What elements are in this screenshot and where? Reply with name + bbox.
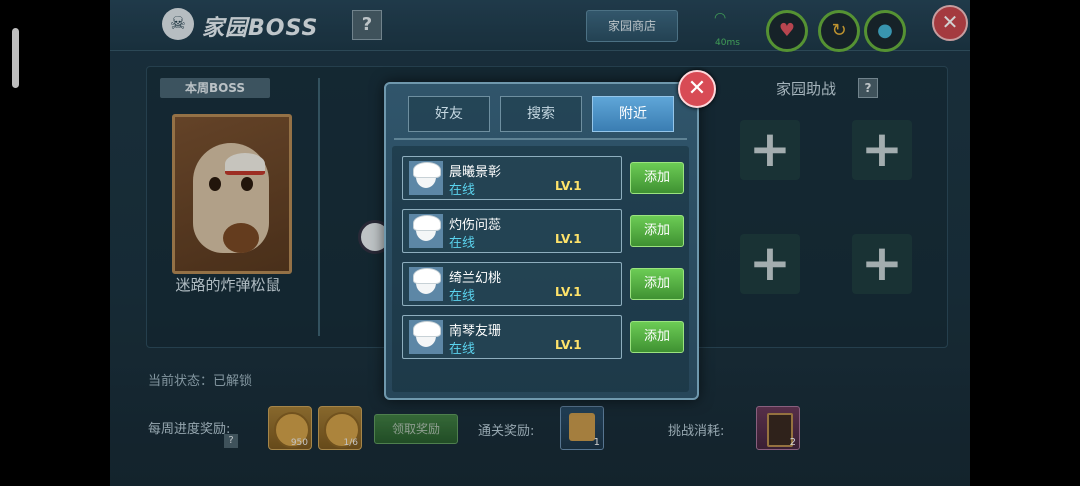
list-item: 南琴友珊 在线 LV.1 bbox=[402, 315, 622, 359]
divider bbox=[394, 138, 687, 140]
avatar bbox=[409, 214, 443, 248]
list-item: 晨曦景彰 在线 LV.1 bbox=[402, 156, 622, 200]
add-friend-button[interactable]: 添加 bbox=[630, 268, 684, 300]
player-name: 晨曦景彰 bbox=[449, 165, 502, 180]
tab-search[interactable]: 搜索 bbox=[500, 96, 582, 132]
avatar bbox=[409, 161, 443, 195]
player-level: LV.1 bbox=[555, 179, 582, 193]
player-status: 在线 bbox=[449, 236, 476, 251]
player-list[interactable]: 晨曦景彰 在线 LV.1 添加 灼伤问蕊 在线 LV.1 添加 绮兰幻桃 在线 … bbox=[392, 146, 689, 392]
player-level: LV.1 bbox=[555, 338, 582, 352]
tab-friends[interactable]: 好友 bbox=[408, 96, 490, 132]
player-status: 在线 bbox=[449, 183, 476, 198]
player-status: 在线 bbox=[449, 289, 476, 304]
add-friend-button[interactable]: 添加 bbox=[630, 215, 684, 247]
friend-dialog: 好友 搜索 附近 晨曦景彰 在线 LV.1 添加 灼伤问蕊 在线 LV.1 添加… bbox=[384, 82, 699, 400]
list-item: 绮兰幻桃 在线 LV.1 bbox=[402, 262, 622, 306]
player-status: 在线 bbox=[449, 342, 476, 357]
add-friend-button[interactable]: 添加 bbox=[630, 162, 684, 194]
list-item: 灼伤问蕊 在线 LV.1 bbox=[402, 209, 622, 253]
player-name: 绮兰幻桃 bbox=[449, 271, 502, 286]
add-friend-button[interactable]: 添加 bbox=[630, 321, 684, 353]
dialog-close-icon[interactable]: ✕ bbox=[678, 70, 716, 108]
avatar bbox=[409, 320, 443, 354]
player-name: 南琴友珊 bbox=[449, 324, 502, 339]
player-name: 灼伤问蕊 bbox=[449, 218, 502, 233]
player-level: LV.1 bbox=[555, 285, 582, 299]
tab-nearby[interactable]: 附近 bbox=[592, 96, 674, 132]
avatar bbox=[409, 267, 443, 301]
player-level: LV.1 bbox=[555, 232, 582, 246]
